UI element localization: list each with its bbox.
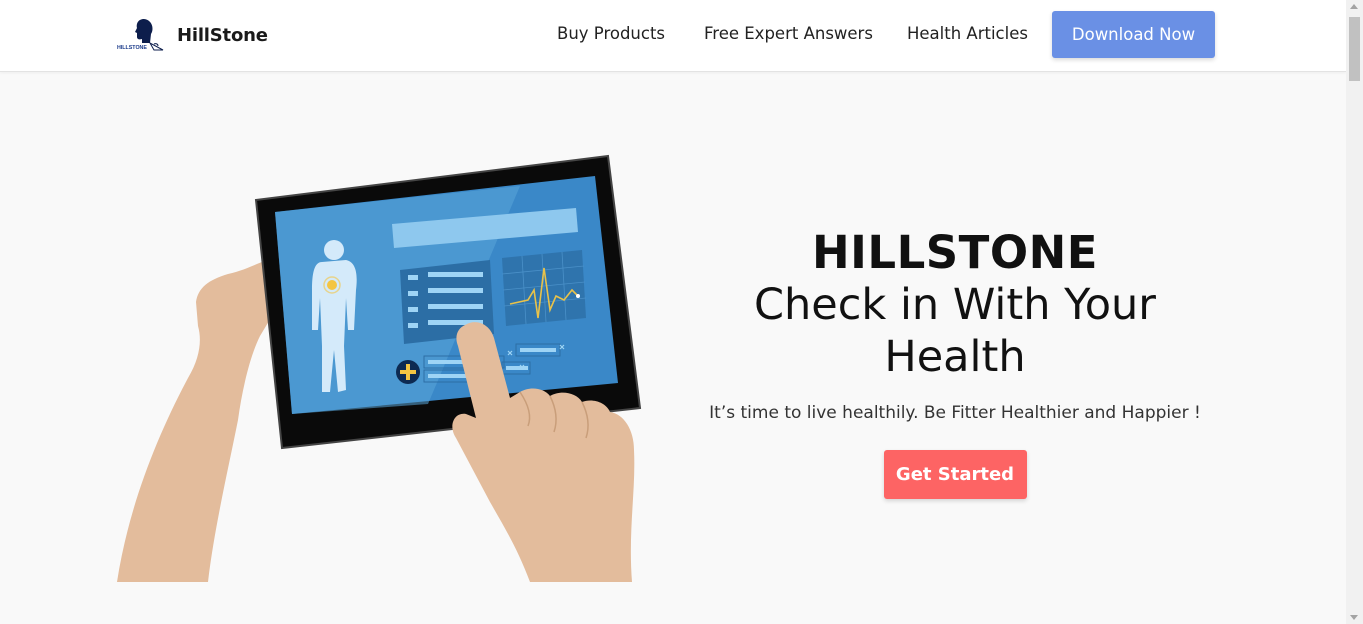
hillstone-logo: HILLSTONE <box>117 19 164 51</box>
nav-free-expert-answers[interactable]: Free Expert Answers <box>704 24 873 43</box>
get-started-button[interactable]: Get Started <box>883 450 1027 499</box>
brand-name: HillStone <box>177 24 268 46</box>
scrollbar[interactable] <box>1346 0 1363 624</box>
nav-buy-products[interactable]: Buy Products <box>557 24 665 43</box>
brand[interactable]: HILLSTONE HillStone <box>116 16 268 54</box>
scroll-thumb[interactable] <box>1349 17 1360 81</box>
hero-brand-heading: HILLSTONE <box>811 226 1098 279</box>
hero: HILLSTONE Check in With Your Health It’s… <box>700 225 1210 499</box>
tablet-hands-illustration <box>117 154 642 583</box>
download-now-button[interactable]: Download Now <box>1052 11 1215 58</box>
scroll-down-arrow-icon[interactable] <box>1350 615 1358 620</box>
svg-text:HILLSTONE: HILLSTONE <box>117 45 147 51</box>
navbar: HILLSTONE HillStone Buy Products Free Ex… <box>0 0 1346 72</box>
hero-subtitle: It’s time to live healthily. Be Fitter H… <box>709 403 1201 423</box>
nav-health-articles[interactable]: Health Articles <box>907 24 1028 43</box>
hero-title: Check in With Your Health <box>754 280 1156 382</box>
scroll-up-arrow-icon[interactable] <box>1350 4 1358 9</box>
